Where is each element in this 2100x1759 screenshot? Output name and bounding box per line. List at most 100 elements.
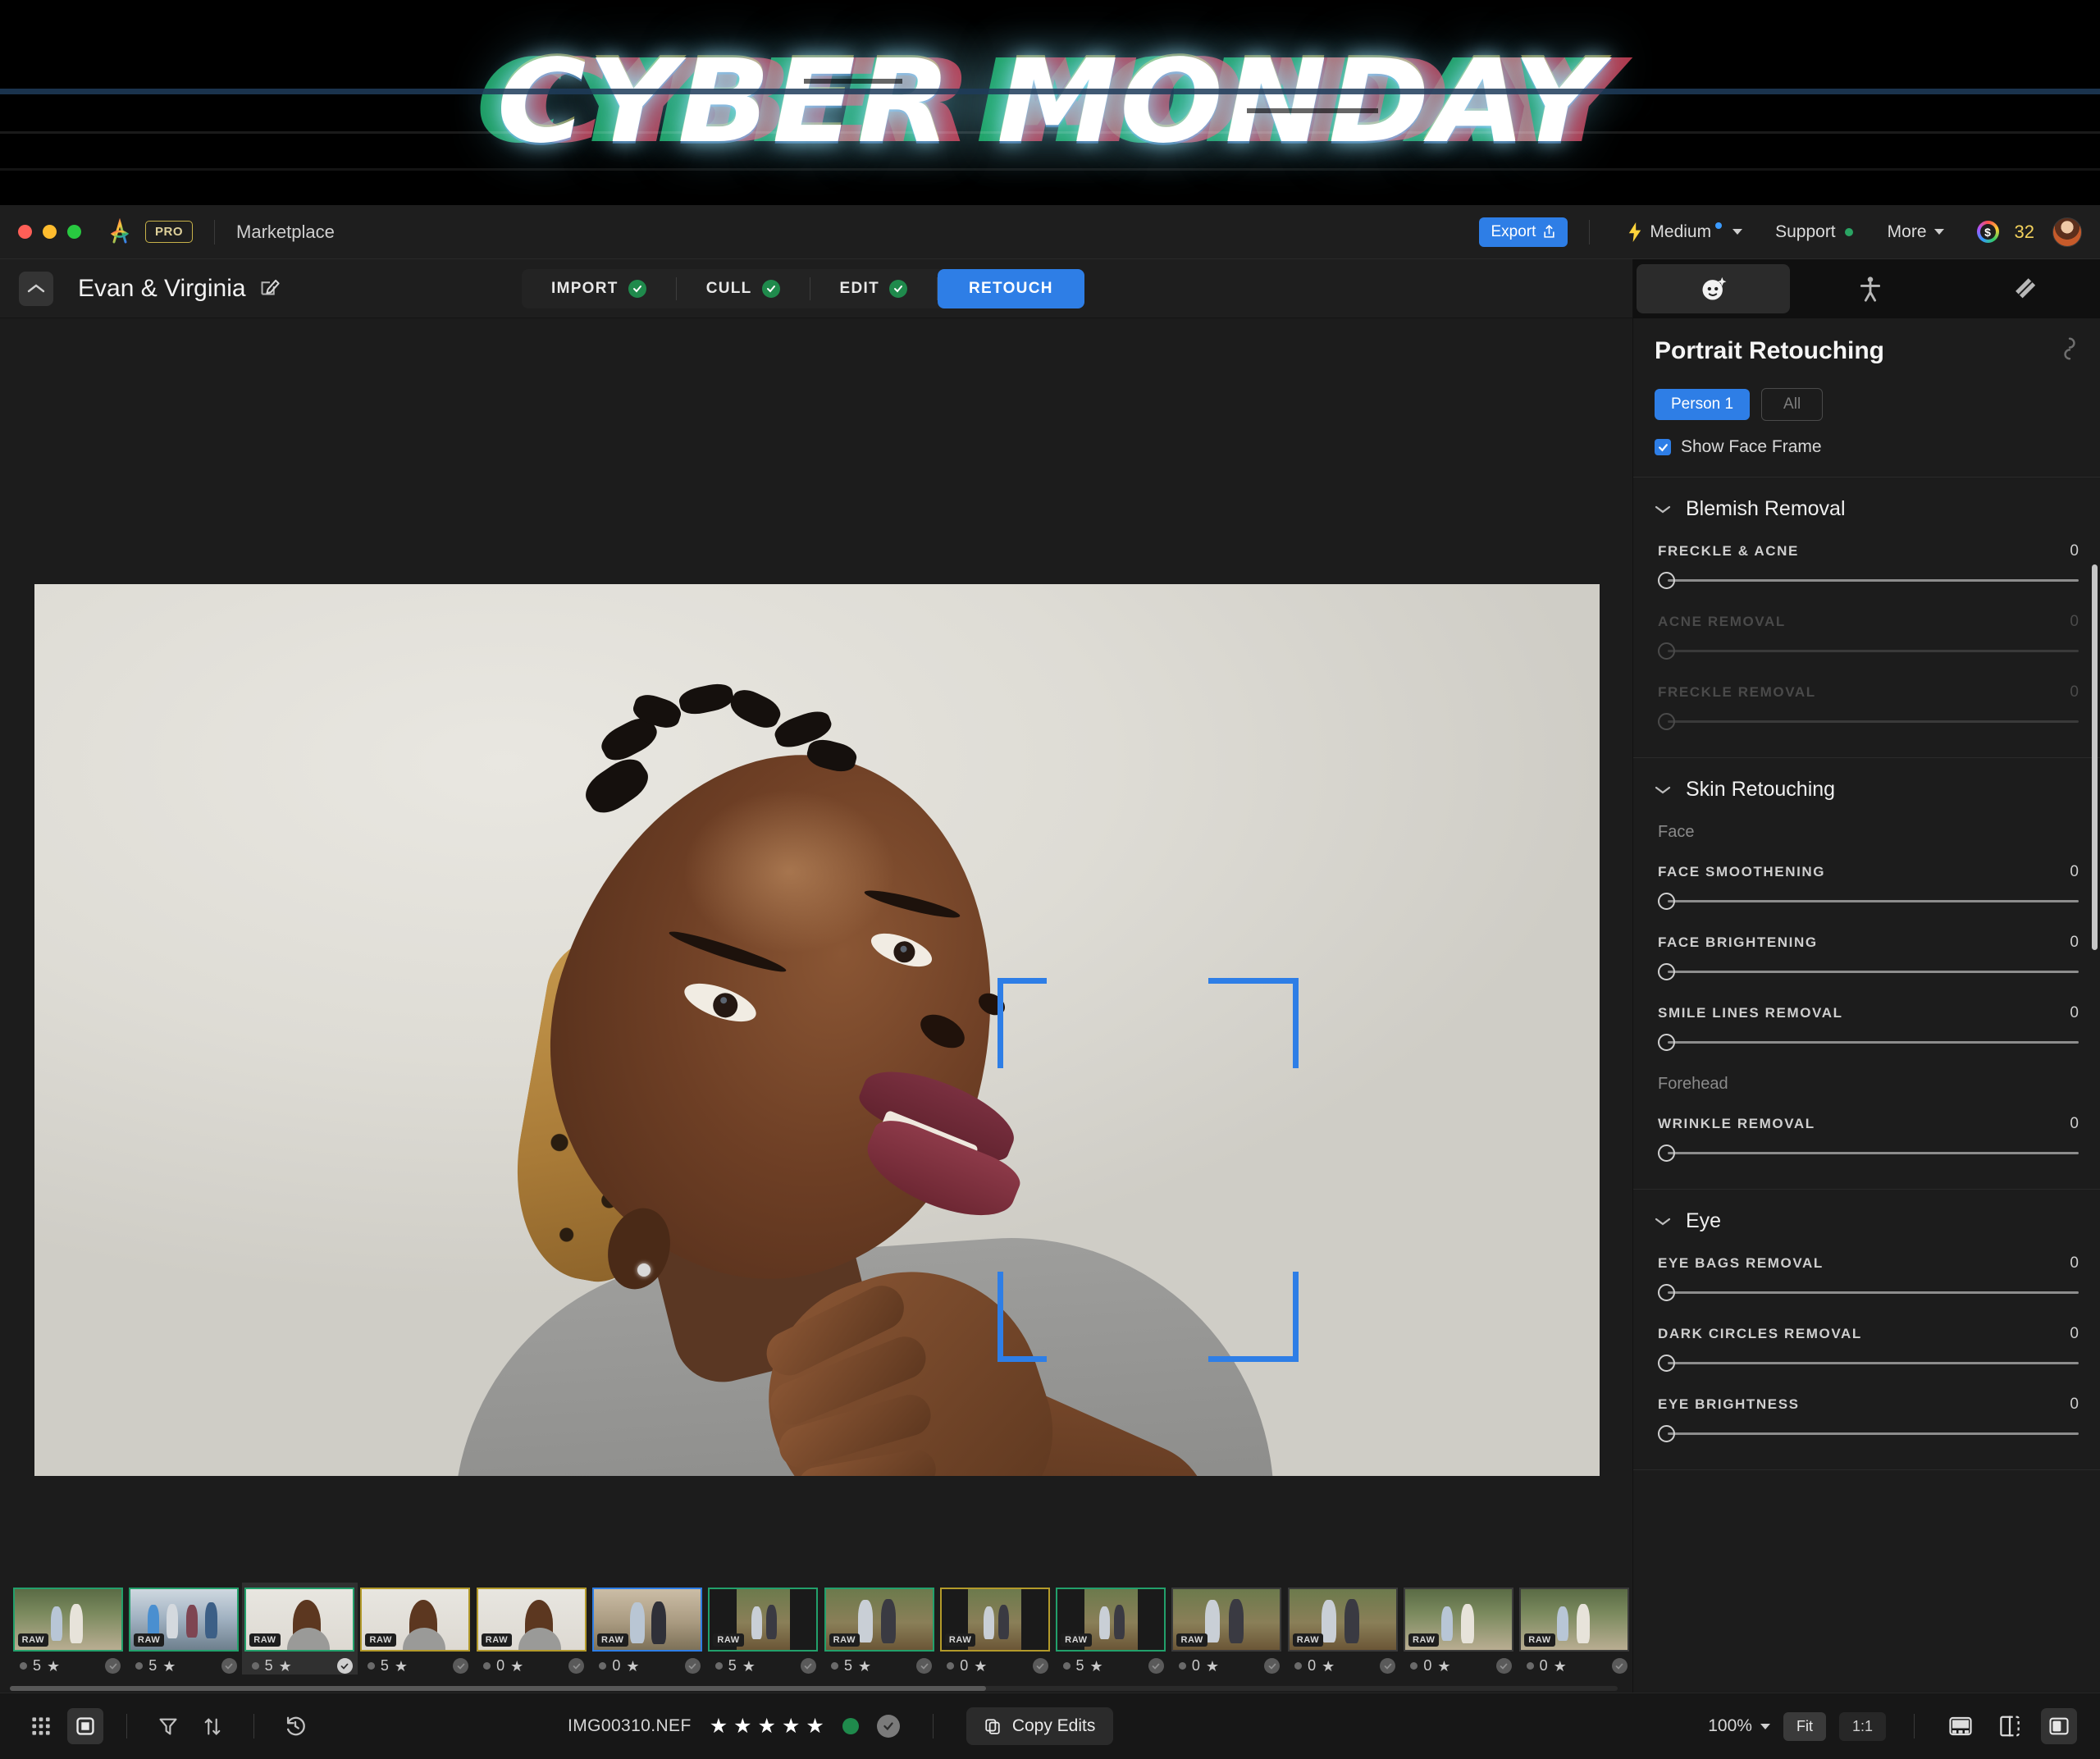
slider-track[interactable] bbox=[1668, 650, 2079, 652]
slider-track-wrap[interactable] bbox=[1658, 711, 2079, 733]
slider-track[interactable] bbox=[1668, 1362, 2079, 1364]
color-label-dot-icon[interactable] bbox=[251, 1662, 259, 1670]
color-label-dot-icon[interactable] bbox=[367, 1662, 375, 1670]
filmstrip-item[interactable]: RAW 0 ★ bbox=[1400, 1583, 1516, 1674]
thumbnail-select-check-icon[interactable] bbox=[1148, 1658, 1164, 1674]
filmstrip-item[interactable]: RAW 5 ★ bbox=[358, 1583, 473, 1674]
thumbnail[interactable]: RAW bbox=[128, 1588, 239, 1652]
thumbnail-select-check-icon[interactable] bbox=[800, 1658, 816, 1674]
tab-eraser[interactable] bbox=[1947, 259, 2100, 318]
slider-knob[interactable] bbox=[1658, 713, 1675, 730]
slider-knob[interactable] bbox=[1658, 1425, 1675, 1442]
thumbnail-select-check-icon[interactable] bbox=[336, 1658, 353, 1674]
marketplace-link[interactable]: Marketplace bbox=[236, 222, 335, 243]
slider-track[interactable] bbox=[1668, 900, 2079, 902]
color-label-dot-icon[interactable] bbox=[1526, 1662, 1534, 1670]
slider-control[interactable]: FACE BRIGHTENING 0 bbox=[1633, 912, 2100, 983]
window-controls[interactable] bbox=[18, 225, 81, 239]
color-label-dot-icon[interactable] bbox=[947, 1662, 955, 1670]
zoom-level-selector[interactable]: 100% bbox=[1708, 1716, 1770, 1736]
tab-import[interactable]: IMPORT bbox=[522, 269, 676, 308]
edit-pencil-icon[interactable] bbox=[259, 276, 281, 301]
slider-track[interactable] bbox=[1668, 1041, 2079, 1044]
sort-icon[interactable] bbox=[194, 1708, 231, 1744]
slider-control[interactable]: WRINKLE REMOVAL 0 bbox=[1633, 1094, 2100, 1164]
filmstrip-item[interactable]: RAW 0 ★ bbox=[1517, 1583, 1632, 1674]
performance-mode-selector[interactable]: Medium bbox=[1611, 222, 1759, 242]
tab-retouch[interactable]: RETOUCH bbox=[938, 269, 1084, 308]
slider-track-wrap[interactable] bbox=[1658, 1353, 2079, 1374]
color-label-dot-icon[interactable] bbox=[830, 1662, 838, 1670]
filmstrip-item[interactable]: RAW 5 ★ bbox=[705, 1583, 821, 1674]
star-icon[interactable]: ★ bbox=[733, 1716, 751, 1737]
color-label-dot-icon[interactable] bbox=[135, 1662, 144, 1670]
filmstrip-item[interactable]: RAW 5 ★ bbox=[241, 1583, 358, 1674]
single-view-icon[interactable] bbox=[67, 1708, 103, 1744]
avatar[interactable] bbox=[2052, 217, 2082, 247]
more-menu[interactable]: More bbox=[1871, 222, 1961, 242]
thumbnail-select-check-icon[interactable] bbox=[221, 1658, 237, 1674]
slider-knob[interactable] bbox=[1658, 642, 1675, 660]
history-icon[interactable] bbox=[277, 1708, 313, 1744]
slider-track[interactable] bbox=[1668, 579, 2079, 582]
slider-track-wrap[interactable] bbox=[1658, 570, 2079, 592]
star-icon[interactable]: ★ bbox=[782, 1716, 800, 1737]
color-label-dot-icon[interactable] bbox=[20, 1662, 27, 1670]
star-icon[interactable]: ★ bbox=[806, 1716, 824, 1737]
collapse-panel-button[interactable] bbox=[19, 271, 53, 306]
thumbnail-select-check-icon[interactable] bbox=[453, 1658, 469, 1674]
slider-knob[interactable] bbox=[1658, 572, 1675, 589]
slider-track-wrap[interactable] bbox=[1658, 962, 2079, 983]
slider-control[interactable]: EYE BAGS REMOVAL 0 bbox=[1633, 1233, 2100, 1304]
link-chain-icon[interactable] bbox=[2061, 336, 2079, 365]
thumbnail[interactable]: RAW bbox=[1404, 1588, 1514, 1652]
slider-track-wrap[interactable] bbox=[1658, 1282, 2079, 1304]
thumbnail-select-check-icon[interactable] bbox=[1264, 1658, 1281, 1674]
close-window-button[interactable] bbox=[18, 225, 32, 239]
color-label-dot-icon[interactable] bbox=[1410, 1662, 1418, 1670]
section-header[interactable]: Eye bbox=[1633, 1190, 2100, 1233]
photo-canvas[interactable] bbox=[34, 584, 1600, 1476]
tab-edit[interactable]: EDIT bbox=[810, 269, 937, 308]
before-after-icon[interactable] bbox=[1992, 1708, 2028, 1744]
slider-control[interactable]: FACE SMOOTHENING 0 bbox=[1633, 842, 2100, 912]
slider-knob[interactable] bbox=[1658, 1034, 1675, 1051]
slider-control[interactable]: FRECKLE & ACNE 0 bbox=[1633, 521, 2100, 592]
slider-track-wrap[interactable] bbox=[1658, 891, 2079, 912]
person-chip-all[interactable]: All bbox=[1761, 388, 1824, 421]
thumbnail[interactable]: RAW bbox=[1171, 1588, 1282, 1652]
rating-stars[interactable]: ★ ★ ★ ★ ★ bbox=[710, 1716, 824, 1737]
slider-knob[interactable] bbox=[1658, 963, 1675, 980]
filmstrip-item[interactable]: RAW 0 ★ bbox=[473, 1583, 589, 1674]
filmstrip-item[interactable]: RAW 0 ★ bbox=[1285, 1583, 1400, 1674]
color-label-dot-icon[interactable] bbox=[483, 1662, 491, 1670]
filmstrip-item[interactable]: RAW 5 ★ bbox=[126, 1583, 241, 1674]
thumbnail[interactable]: RAW bbox=[1287, 1588, 1398, 1652]
support-button[interactable]: Support bbox=[1759, 222, 1871, 242]
filter-icon[interactable] bbox=[150, 1708, 186, 1744]
panel-scrollbar-thumb[interactable] bbox=[2092, 564, 2098, 950]
slider-track[interactable] bbox=[1668, 720, 2079, 723]
thumbnail-select-check-icon[interactable] bbox=[1495, 1658, 1512, 1674]
filmstrip-item[interactable]: RAW 0 ★ bbox=[589, 1583, 705, 1674]
filmstrip-item[interactable]: RAW 0 ★ bbox=[937, 1583, 1052, 1674]
copy-edits-button[interactable]: Copy Edits bbox=[966, 1707, 1114, 1745]
filmstrip-item[interactable]: RAW 5 ★ bbox=[1053, 1583, 1169, 1674]
credits-indicator[interactable]: $ 32 bbox=[1961, 221, 2034, 243]
star-icon[interactable]: ★ bbox=[758, 1716, 776, 1737]
thumbnail[interactable]: RAW bbox=[476, 1588, 587, 1652]
thumbnail-select-check-icon[interactable] bbox=[1032, 1658, 1048, 1674]
tab-cull[interactable]: CULL bbox=[677, 269, 810, 308]
export-button[interactable]: Export bbox=[1479, 217, 1568, 247]
green-label-dot[interactable] bbox=[842, 1718, 859, 1734]
color-label-dot-icon[interactable] bbox=[599, 1662, 607, 1670]
slider-knob[interactable] bbox=[1658, 893, 1675, 910]
thumbnail[interactable]: RAW bbox=[12, 1588, 123, 1652]
thumbnail[interactable]: RAW bbox=[1519, 1588, 1630, 1652]
maximize-window-button[interactable] bbox=[67, 225, 81, 239]
slider-control[interactable]: SMILE LINES REMOVAL 0 bbox=[1633, 983, 2100, 1053]
thumbnail-select-check-icon[interactable] bbox=[1611, 1658, 1628, 1674]
person-chip-1[interactable]: Person 1 bbox=[1655, 389, 1751, 420]
slider-track[interactable] bbox=[1668, 1152, 2079, 1154]
thumbnail[interactable]: RAW bbox=[360, 1588, 471, 1652]
